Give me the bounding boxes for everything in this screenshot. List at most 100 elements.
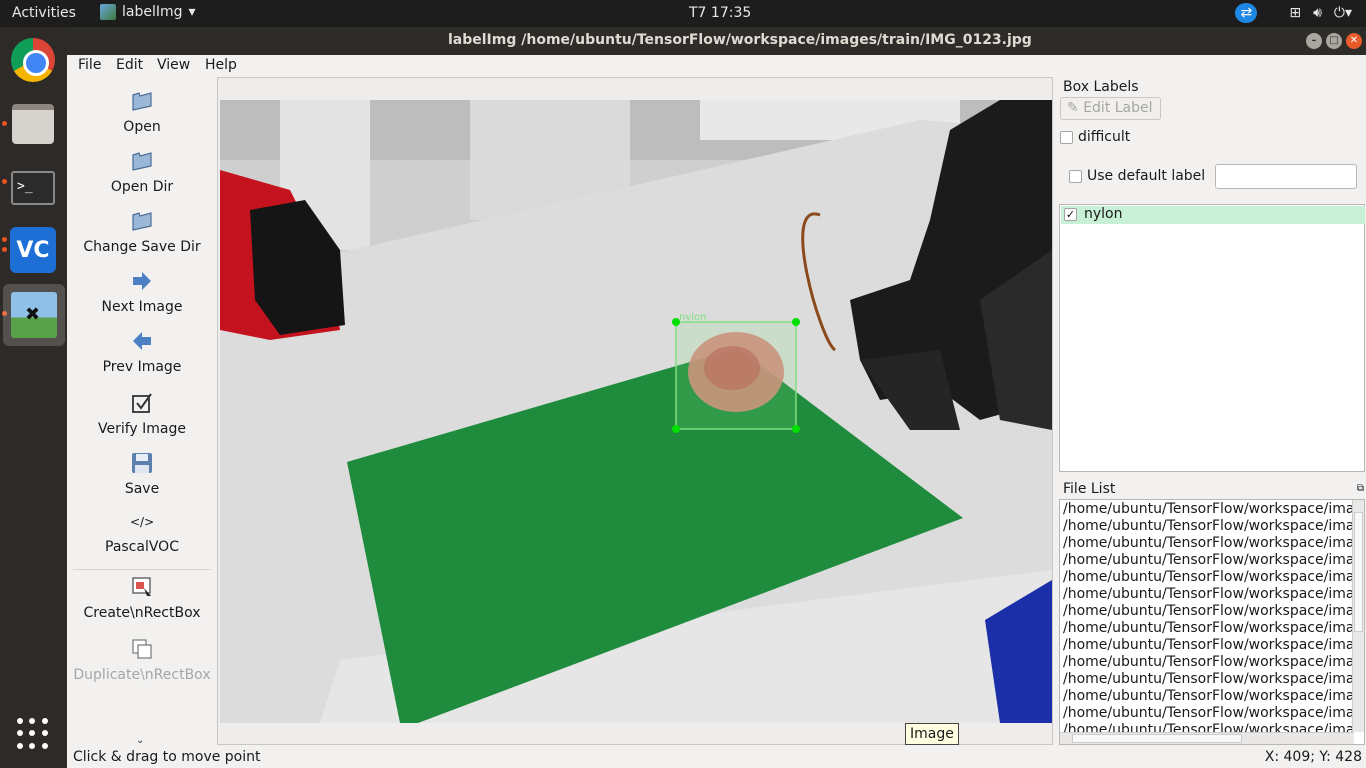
create-rectbox-button[interactable]: Create\nRectBox — [69, 575, 215, 621]
vnc-launcher[interactable]: VC — [8, 225, 58, 275]
file-list-item[interactable]: /home/ubuntu/TensorFlow/workspace/ima — [1063, 552, 1352, 569]
file-list-title: File List — [1063, 481, 1116, 497]
bounding-box-label: nylon — [679, 312, 707, 323]
toolbar: Open Open Dir Change Save Dir Next Image… — [69, 79, 215, 749]
use-default-label-checkbox[interactable] — [1069, 170, 1082, 183]
file-list-item[interactable]: /home/ubuntu/TensorFlow/workspace/ima — [1063, 501, 1352, 518]
edit-label-text: Edit Label — [1083, 100, 1153, 116]
difficult-label: difficult — [1078, 129, 1131, 145]
open-dir-button[interactable]: Open Dir — [69, 149, 215, 195]
save-label: Save — [124, 481, 160, 497]
box-labels-title: Box Labels — [1063, 79, 1139, 95]
folder-open-icon — [132, 212, 152, 231]
window-titlebar[interactable]: labelImg /home/ubuntu/TensorFlow/workspa… — [67, 27, 1366, 55]
prev-image-label: Prev Image — [102, 359, 182, 375]
menu-edit[interactable]: Edit — [116, 57, 143, 73]
file-list-item[interactable]: /home/ubuntu/TensorFlow/workspace/ima — [1063, 535, 1352, 552]
create-rectbox-label: Create\nRectBox — [83, 605, 201, 621]
format-toggle-button[interactable]: </> PascalVOC — [69, 513, 215, 555]
pencil-icon: ✎ — [1067, 100, 1084, 116]
terminal-launcher[interactable]: >_ — [8, 163, 58, 213]
prev-image-button[interactable]: Prev Image — [69, 329, 215, 375]
teamviewer-icon[interactable]: ⇄ — [1235, 3, 1258, 23]
file-list-item[interactable]: /home/ubuntu/TensorFlow/workspace/ima — [1063, 637, 1352, 654]
power-icon[interactable]: ⏻▾ — [1334, 5, 1352, 21]
running-indicator — [2, 237, 7, 242]
box-handle-bottom-left — [672, 425, 680, 433]
image-photo[interactable]: nylon — [220, 100, 1052, 723]
app-menu[interactable]: labelImg ▾ — [100, 4, 196, 20]
file-list-item[interactable]: /home/ubuntu/TensorFlow/workspace/ima — [1063, 569, 1352, 586]
file-list-item[interactable]: /home/ubuntu/TensorFlow/workspace/ima — [1063, 671, 1352, 688]
file-list[interactable]: /home/ubuntu/TensorFlow/workspace/ima/ho… — [1059, 499, 1365, 745]
labelimg-icon — [11, 292, 57, 338]
edit-label-button[interactable]: ✎ Edit Label — [1060, 97, 1161, 120]
difficult-checkbox[interactable] — [1060, 131, 1073, 144]
maximize-icon[interactable]: □ — [1326, 33, 1342, 49]
use-default-label-text: Use default label — [1087, 168, 1206, 184]
file-list-item[interactable]: /home/ubuntu/TensorFlow/workspace/ima — [1063, 603, 1352, 620]
status-bar: Click & drag to move point X: 409; Y: 42… — [67, 747, 1366, 768]
box-handle-bottom-right — [792, 425, 800, 433]
toolbar-separator — [73, 569, 211, 570]
volume-icon[interactable]: 🔊︎ — [1313, 5, 1322, 21]
chrome-launcher[interactable] — [8, 35, 58, 85]
labelimg-launcher[interactable] — [3, 284, 65, 346]
menu-file[interactable]: File — [78, 57, 101, 73]
file-list-item[interactable]: /home/ubuntu/TensorFlow/workspace/ima — [1063, 654, 1352, 671]
activities-button[interactable]: Activities — [12, 5, 76, 21]
toolbar-overflow-chevron-icon[interactable]: ⌄ — [136, 735, 144, 746]
save-button[interactable]: Save — [69, 451, 215, 497]
file-list-item[interactable]: /home/ubuntu/TensorFlow/workspace/ima — [1063, 620, 1352, 637]
terminal-icon: >_ — [11, 171, 55, 205]
open-button[interactable]: Open — [69, 89, 215, 135]
arrow-left-icon — [133, 332, 151, 350]
image-canvas[interactable]: nylon Image — [217, 77, 1053, 745]
files-icon — [12, 104, 54, 144]
floppy-disk-icon — [132, 453, 152, 473]
close-icon[interactable]: ✕ — [1346, 33, 1362, 49]
label-list-item[interactable]: ✓ nylon — [1061, 206, 1365, 224]
change-save-dir-button[interactable]: Change Save Dir — [69, 209, 215, 255]
file-list-item[interactable]: /home/ubuntu/TensorFlow/workspace/ima — [1063, 688, 1352, 705]
file-list-vertical-scrollbar[interactable] — [1352, 500, 1364, 732]
gnome-top-bar: Activities labelImg ▾ T7 17:35 ⇄ ⊞ 🔊︎ ⏻▾ — [0, 0, 1366, 27]
box-handle-top-left — [672, 318, 680, 326]
file-list-item[interactable]: /home/ubuntu/TensorFlow/workspace/ima — [1063, 586, 1352, 603]
open-label: Open — [123, 119, 161, 135]
app-menu-label: labelImg — [122, 4, 183, 20]
files-launcher[interactable] — [8, 99, 58, 149]
clock[interactable]: T7 17:35 — [689, 5, 751, 21]
network-icon[interactable]: ⊞ — [1289, 5, 1301, 21]
show-apps-icon[interactable] — [17, 718, 49, 750]
labelimg-window: labelImg /home/ubuntu/TensorFlow/workspa… — [67, 27, 1366, 768]
folder-open-icon — [132, 152, 152, 171]
label-list[interactable]: ✓ nylon — [1059, 204, 1365, 472]
file-list-item[interactable]: /home/ubuntu/TensorFlow/workspace/ima — [1063, 518, 1352, 535]
default-label-input[interactable] — [1215, 164, 1357, 189]
next-image-button[interactable]: Next Image — [69, 269, 215, 315]
menu-view[interactable]: View — [157, 57, 190, 73]
chevron-down-icon: ▾ — [188, 4, 196, 20]
label-list-item-text: nylon — [1084, 206, 1123, 222]
file-list-item[interactable]: /home/ubuntu/TensorFlow/workspace/ima — [1063, 705, 1352, 722]
canvas-tooltip: Image — [905, 723, 959, 745]
running-indicator — [2, 247, 7, 252]
verify-image-button[interactable]: Verify Image — [69, 391, 215, 437]
file-list-horizontal-scrollbar[interactable] — [1060, 732, 1354, 744]
checkbox-check-icon — [132, 393, 152, 413]
code-icon: </> — [130, 515, 155, 529]
float-dock-icon[interactable]: ⧉ — [1357, 483, 1364, 494]
menu-help[interactable]: Help — [205, 57, 237, 73]
chrome-icon — [11, 38, 55, 82]
next-image-label: Next Image — [101, 299, 183, 315]
change-save-dir-label: Change Save Dir — [83, 239, 201, 255]
system-tray[interactable]: ⇄ ⊞ 🔊︎ ⏻▾ — [1235, 3, 1352, 23]
label-visibility-checkbox[interactable]: ✓ — [1064, 208, 1077, 221]
window-title: labelImg /home/ubuntu/TensorFlow/workspa… — [448, 32, 1032, 48]
running-indicator — [2, 179, 7, 184]
copy-icon — [132, 639, 152, 659]
minimize-icon[interactable]: – — [1306, 33, 1322, 49]
right-panel: Box Labels ✎ Edit Label difficult Use de… — [1055, 77, 1366, 747]
duplicate-rectbox-button[interactable]: Duplicate\nRectBox — [69, 637, 215, 683]
